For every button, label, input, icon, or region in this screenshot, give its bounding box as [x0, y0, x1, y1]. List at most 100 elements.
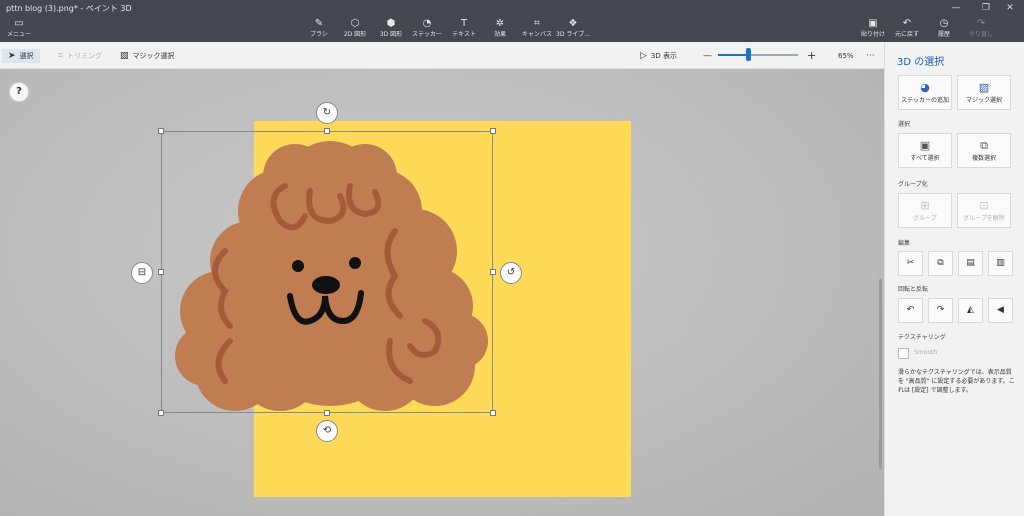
select-tool-button[interactable]: ➤ 選択	[2, 49, 40, 63]
crop-icon: ⌗	[58, 51, 64, 61]
tool-3d-shapes[interactable]: ⬢ 3D 図形	[376, 18, 406, 42]
menu-button[interactable]: ▭ メニュー	[6, 18, 32, 42]
select-all-icon: ▣	[919, 139, 931, 152]
text-icon: T	[460, 18, 468, 29]
select-all-button[interactable]: ▣ すべて選択	[898, 133, 952, 168]
flip-horizontal-icon: ◭	[967, 305, 974, 315]
canvas-area[interactable]: ? ↻ ⟲ ⊟ ↺	[0, 69, 884, 516]
undo-button[interactable]: ↶ 元に戻す	[892, 18, 922, 42]
3d-view-button[interactable]: ▷ 3D 表示	[640, 49, 677, 63]
crop-button[interactable]: ⌗ トリミング	[58, 49, 102, 63]
magic-select-icon: ▧	[120, 51, 129, 61]
history-button[interactable]: ◷ 履歴	[929, 18, 959, 42]
3d-select-panel: 3D の選択 ◕ ステッカーの追加 ▨ マジック選択 選択 ▣ すべて選択 ⧉ …	[884, 42, 1024, 516]
zoom-slider-fill	[718, 54, 749, 56]
flip-vertical-icon: ◀	[997, 305, 1004, 315]
flip-vertical-button[interactable]: ◀	[988, 298, 1013, 323]
effects-icon: ✲	[495, 18, 505, 29]
sticker-icon: ◕	[920, 81, 930, 94]
sticker-icon: ◔	[422, 18, 432, 29]
rotate-y-handle[interactable]: ↺	[500, 262, 522, 284]
help-button[interactable]: ?	[9, 82, 29, 102]
depth-icon: ⊟	[137, 267, 147, 278]
undo-icon: ↶	[902, 18, 912, 29]
texture-note: 滑らかなテクスチャリングでは、表示品質を "高品質" に設定する必要があります。…	[898, 369, 1015, 394]
smooth-checkbox[interactable]	[898, 348, 909, 359]
multi-select-icon: ⧉	[980, 139, 988, 152]
add-sticker-button[interactable]: ◕ ステッカーの追加	[898, 75, 952, 110]
zoom-in-button[interactable]: +	[807, 49, 816, 63]
trash-icon: ▥	[996, 258, 1005, 268]
more-button[interactable]: ···	[866, 49, 875, 63]
depth-handle[interactable]: ⊟	[131, 262, 153, 284]
2d-shapes-icon: ⬡	[350, 18, 360, 29]
resize-handle-nw[interactable]	[158, 128, 164, 134]
tool-2d-shapes[interactable]: ⬡ 2D 図形	[340, 18, 370, 42]
multi-select-button[interactable]: ⧉ 複数選択	[957, 133, 1011, 168]
section-rotate-label: 回転と反転	[898, 286, 929, 293]
close-button[interactable]: ✕	[996, 0, 1024, 16]
rotate-left-button[interactable]: ↶	[898, 298, 923, 323]
history-icon: ◷	[939, 18, 949, 29]
zoom-out-button[interactable]: —	[703, 49, 712, 63]
section-group-label: グループ化	[898, 181, 928, 188]
3d-view-icon: ▷	[640, 51, 647, 61]
resize-handle-e[interactable]	[490, 269, 496, 275]
rotate-icon: ↻	[322, 107, 332, 118]
folder-icon: ▭	[14, 18, 24, 29]
resize-handle-w[interactable]	[158, 269, 164, 275]
panel-magic-select-button[interactable]: ▨ マジック選択	[957, 75, 1011, 110]
delete-button[interactable]: ▥	[988, 251, 1013, 276]
redo-button[interactable]: ↷ やり直し	[966, 18, 996, 42]
tool-canvas[interactable]: ⌗ キャンバス	[520, 18, 554, 42]
section-edit-label: 編集	[898, 240, 911, 247]
zoom-slider-thumb[interactable]	[746, 48, 752, 61]
copy-icon: ⧉	[937, 258, 944, 268]
ungroup-button[interactable]: ⊡ グループを解除	[957, 193, 1011, 228]
title-bar: pttn blog (3).png* - ペイント 3D — ❐ ✕ ▭ メニュ…	[0, 0, 1024, 42]
cut-icon: ✂	[906, 258, 915, 268]
zoom-level: 65%	[838, 52, 854, 60]
brush-icon: ✎	[314, 18, 324, 29]
resize-handle-n[interactable]	[324, 128, 330, 134]
rotate-x-handle[interactable]: ⟲	[316, 420, 338, 442]
resize-handle-s[interactable]	[324, 410, 330, 416]
rotate-right-button[interactable]: ↷	[928, 298, 953, 323]
paste-panel-button[interactable]: ▤	[958, 251, 983, 276]
tool-brush[interactable]: ✎ ブラシ	[304, 18, 334, 42]
group-button[interactable]: ⊞ グループ	[898, 193, 952, 228]
rotate-right-icon: ↷	[936, 305, 945, 315]
section-texture-label: テクスチャリング	[898, 334, 946, 341]
cut-button[interactable]: ✂	[898, 251, 923, 276]
rotate-z-handle[interactable]: ↻	[316, 102, 338, 124]
flip-horizontal-button[interactable]: ◭	[958, 298, 983, 323]
tool-sticker[interactable]: ◔ ステッカー	[412, 18, 442, 42]
tool-3d-library[interactable]: ❖ 3D ライブ...	[556, 18, 590, 42]
tool-text[interactable]: T テキスト	[449, 18, 479, 42]
vertical-scrollbar[interactable]	[879, 279, 882, 469]
canvas-icon: ⌗	[534, 18, 540, 29]
magic-select-icon: ▨	[978, 81, 990, 94]
3d-library-icon: ❖	[568, 18, 578, 29]
ungroup-icon: ⊡	[979, 199, 989, 212]
tool-effects[interactable]: ✲ 効果	[485, 18, 515, 42]
paste-icon: ▣	[868, 18, 878, 29]
rotate-y-icon: ↺	[506, 267, 516, 278]
resize-handle-sw[interactable]	[158, 410, 164, 416]
paste-icon: ▤	[966, 258, 975, 268]
smooth-label: Smooth	[914, 349, 938, 356]
magic-select-button[interactable]: ▧ マジック選択	[120, 49, 175, 63]
resize-handle-se[interactable]	[490, 410, 496, 416]
section-select-label: 選択	[898, 121, 911, 128]
rotate-bottom-icon: ⟲	[322, 425, 332, 436]
minimize-button[interactable]: —	[942, 0, 970, 16]
cursor-icon: ➤	[8, 51, 16, 61]
selection-box[interactable]	[161, 131, 493, 413]
group-icon: ⊞	[920, 199, 930, 212]
copy-button[interactable]: ⧉	[928, 251, 953, 276]
resize-handle-ne[interactable]	[490, 128, 496, 134]
panel-title: 3D の選択	[897, 57, 945, 68]
paste-button[interactable]: ▣ 貼り付け	[858, 18, 888, 42]
redo-icon: ↷	[976, 18, 986, 29]
rotate-left-icon: ↶	[906, 305, 915, 315]
